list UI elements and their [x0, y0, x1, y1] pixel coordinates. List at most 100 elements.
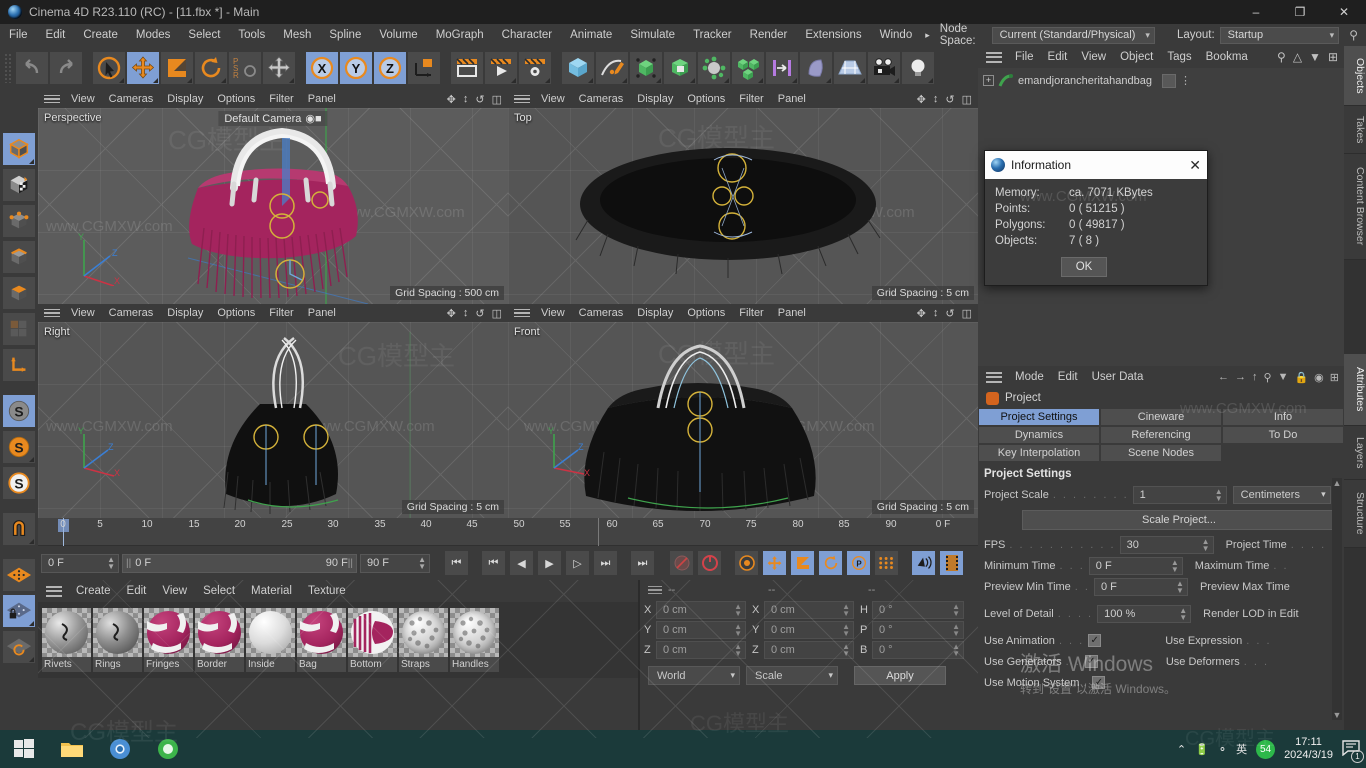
- material-item[interactable]: Handles: [450, 608, 499, 672]
- render-region-button[interactable]: [484, 51, 518, 85]
- object-row[interactable]: + emandjorancheritahandbag ⋮: [978, 71, 1344, 90]
- attribute-menu-icon[interactable]: [986, 371, 1002, 383]
- menu-item-extensions[interactable]: Extensions: [796, 24, 870, 46]
- right-tab-attributes[interactable]: Attributes: [1344, 354, 1366, 426]
- menu-item-create[interactable]: Create: [74, 24, 127, 46]
- notification-icon[interactable]: 1: [1342, 739, 1364, 763]
- add-icon[interactable]: ⊞: [1328, 50, 1338, 64]
- select-tool-button[interactable]: [92, 51, 126, 85]
- mat-menu-material[interactable]: Material: [243, 585, 300, 597]
- camera-tag[interactable]: Default Camera ◉■: [218, 111, 328, 126]
- preview-min-time-field[interactable]: 0 F ▲ ▼: [1093, 577, 1188, 596]
- material-item[interactable]: Border: [195, 608, 244, 672]
- psr-button[interactable]: PSR: [228, 51, 262, 85]
- pan-icon[interactable]: ✥: [447, 307, 456, 320]
- material-item[interactable]: Bottom: [348, 608, 397, 672]
- go-to-end-button[interactable]: ⏭: [630, 550, 655, 576]
- vp-menu-options[interactable]: Options: [210, 93, 262, 105]
- vp-menu-filter[interactable]: Filter: [732, 93, 770, 105]
- camera-button[interactable]: [867, 51, 901, 85]
- search-icon[interactable]: ⚲: [1264, 371, 1272, 384]
- use-generators-checkbox[interactable]: ✓: [1084, 655, 1098, 668]
- play-button[interactable]: ▶: [537, 550, 562, 576]
- project-scale-field[interactable]: 1 ▲ ▼: [1132, 485, 1227, 504]
- scale-tool-button[interactable]: [160, 51, 194, 85]
- uv-mode-button[interactable]: [2, 312, 36, 346]
- attribute-scrollbar[interactable]: ▲ ▼: [1332, 478, 1342, 720]
- spinner-icon[interactable]: ▲ ▼: [1215, 487, 1223, 502]
- right-tab-objects[interactable]: Objects: [1344, 46, 1366, 106]
- filter-icon[interactable]: ▼: [1309, 50, 1321, 64]
- vp-menu-options[interactable]: Options: [210, 307, 262, 319]
- level-of-detail-field[interactable]: 100 % ▲ ▼: [1097, 604, 1192, 623]
- size-z-field[interactable]: 0 cm ▲ ▼: [764, 641, 854, 659]
- step-forward-button[interactable]: ▷: [565, 550, 590, 576]
- deformer-button[interactable]: [697, 51, 731, 85]
- vp-menu-view[interactable]: View: [534, 307, 572, 319]
- use-motion-system-checkbox[interactable]: ✓: [1092, 676, 1106, 689]
- viewport-menu-icon[interactable]: [514, 94, 530, 104]
- vp-menu-options[interactable]: Options: [680, 93, 732, 105]
- search-icon[interactable]: ⚲: [1277, 50, 1286, 64]
- dolly-icon[interactable]: ↕: [933, 93, 939, 106]
- position-x-field[interactable]: 0 cm ▲ ▼: [656, 601, 746, 619]
- mat-menu-create[interactable]: Create: [68, 585, 119, 597]
- spinner-icon[interactable]: ▲ ▼: [107, 556, 115, 571]
- viewport-menu-icon[interactable]: [514, 308, 530, 318]
- rotate-icon[interactable]: ↺: [475, 93, 484, 106]
- tab-key-interpolation[interactable]: Key Interpolation: [978, 444, 1100, 462]
- timeline-ruler[interactable]: 0 5 10 15 20 25 30 35 40 45 50 55 60 65 …: [38, 518, 978, 546]
- end-frame-field[interactable]: 90 F ▲ ▼: [360, 553, 430, 573]
- wifi-icon[interactable]: ⚬: [1218, 743, 1227, 756]
- vp-menu-view[interactable]: View: [534, 93, 572, 105]
- om-menu-tags[interactable]: Tags: [1160, 51, 1198, 63]
- mograph-button[interactable]: [731, 51, 765, 85]
- scale-project-button[interactable]: Scale Project...: [1022, 510, 1336, 530]
- menu-item-spline[interactable]: Spline: [320, 24, 370, 46]
- lock-y-button[interactable]: Y: [339, 51, 373, 85]
- material-swatch[interactable]: [297, 608, 346, 657]
- menu-item-mesh[interactable]: Mesh: [274, 24, 320, 46]
- om-menu-edit[interactable]: Edit: [1041, 51, 1075, 63]
- mat-menu-select[interactable]: Select: [195, 585, 243, 597]
- vp-menu-display[interactable]: Display: [630, 93, 680, 105]
- tab-project-settings[interactable]: Project Settings: [978, 408, 1100, 426]
- am-menu-mode[interactable]: Mode: [1008, 371, 1051, 383]
- rotation-h-field[interactable]: 0 ° ▲ ▼: [872, 601, 964, 619]
- spinner-icon[interactable]: ▲ ▼: [1179, 606, 1187, 621]
- current-frame-field[interactable]: 0 F ▲ ▼: [41, 553, 119, 573]
- tab-info[interactable]: Info: [1222, 408, 1344, 426]
- material-item[interactable]: Bag: [297, 608, 346, 672]
- point-level-anim-button[interactable]: [874, 550, 899, 576]
- spinner-icon[interactable]: ▲ ▼: [734, 603, 742, 618]
- size-y-field[interactable]: 0 cm ▲ ▼: [764, 621, 854, 639]
- spinner-icon[interactable]: ▲ ▼: [952, 603, 960, 618]
- cube-primitive-button[interactable]: [561, 51, 595, 85]
- viewport-menu-icon[interactable]: [44, 308, 60, 318]
- mat-menu-texture[interactable]: Texture: [300, 585, 354, 597]
- ime-indicator[interactable]: 英: [1236, 741, 1247, 757]
- spinner-icon[interactable]: ▲ ▼: [842, 643, 850, 658]
- mat-menu-edit[interactable]: Edit: [119, 585, 155, 597]
- coordinate-system-button[interactable]: [407, 51, 441, 85]
- range-grip-right-icon[interactable]: ||: [348, 558, 353, 569]
- material-swatch[interactable]: [246, 608, 295, 657]
- lock-workplane-button[interactable]: [2, 594, 36, 628]
- right-tab-content-browser[interactable]: Content Browser: [1344, 154, 1366, 260]
- rotation-key-button[interactable]: [818, 550, 843, 576]
- vp-menu-panel[interactable]: Panel: [301, 307, 343, 319]
- menu-item-window[interactable]: Windo: [871, 24, 922, 46]
- material-swatch[interactable]: [399, 608, 448, 657]
- back-icon[interactable]: ←: [1218, 371, 1229, 384]
- vp-menu-cameras[interactable]: Cameras: [572, 93, 631, 105]
- light-button[interactable]: [901, 51, 935, 85]
- step-back-button[interactable]: ◀: [509, 550, 534, 576]
- vp-menu-panel[interactable]: Panel: [301, 93, 343, 105]
- tab-dynamics[interactable]: Dynamics: [978, 426, 1100, 444]
- edges-mode-button[interactable]: [2, 240, 36, 274]
- preview-range-bar[interactable]: || 0 F 90 F ||: [122, 553, 357, 573]
- material-menu-icon[interactable]: [46, 585, 62, 597]
- position-key-button[interactable]: [762, 550, 787, 576]
- spinner-icon[interactable]: ▲ ▼: [1202, 537, 1210, 552]
- polygons-mode-button[interactable]: [2, 276, 36, 310]
